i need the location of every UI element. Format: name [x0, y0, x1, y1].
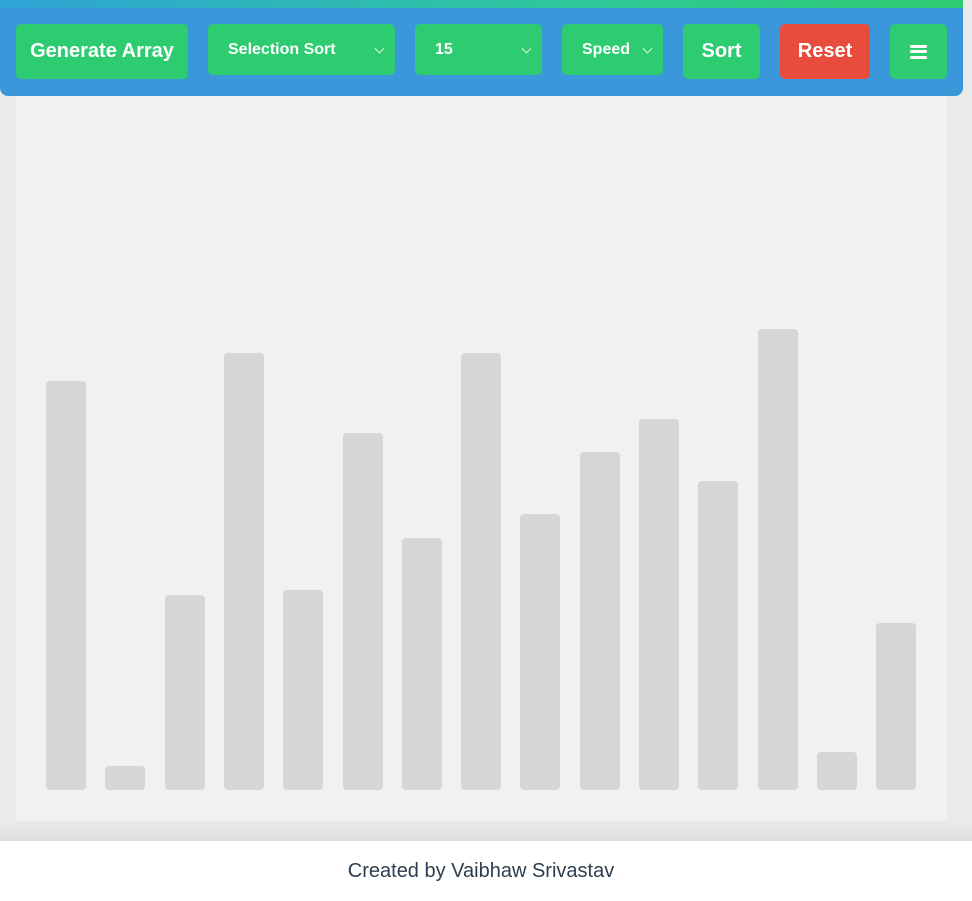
footer: Created by Vaibhaw Srivastav: [0, 841, 972, 901]
speed-select[interactable]: Speed: [562, 24, 663, 75]
hamburger-menu-icon: [910, 44, 927, 59]
array-bar: [105, 766, 146, 790]
visualization-area: [16, 96, 947, 821]
array-bar: [46, 381, 86, 790]
generate-array-button[interactable]: Generate Array: [16, 24, 188, 79]
array-bar: [639, 419, 679, 790]
array-bar: [876, 623, 917, 790]
chevron-down-icon: [521, 43, 532, 54]
array-bar: [283, 590, 324, 790]
array-bar: [698, 481, 739, 790]
array-size-select[interactable]: 15: [415, 24, 542, 75]
array-bar: [757, 329, 798, 790]
array-bar: [164, 595, 205, 790]
sort-button[interactable]: Sort: [683, 24, 760, 79]
array-bar: [461, 353, 502, 790]
reset-button[interactable]: Reset: [780, 24, 870, 79]
top-accent-strip: [0, 0, 963, 8]
algorithm-select-value: Selection Sort: [228, 40, 336, 58]
bar-chart: [16, 96, 947, 821]
chevron-down-icon: [374, 43, 385, 54]
array-bar: [579, 452, 620, 790]
array-bar: [223, 353, 264, 790]
array-bar: [401, 538, 442, 790]
array-size-select-value: 15: [435, 40, 453, 58]
footer-credit: Created by Vaibhaw Srivastav: [347, 859, 615, 882]
algorithm-select[interactable]: Selection Sort: [208, 24, 395, 75]
menu-button[interactable]: [890, 24, 947, 79]
array-bar: [816, 752, 857, 790]
array-bar: [520, 514, 561, 790]
stage-shadow: [0, 821, 972, 841]
speed-select-value: Speed: [582, 40, 631, 58]
chevron-down-icon: [642, 43, 653, 54]
toolbar: Generate Array Selection Sort 15 Speed S…: [0, 8, 963, 96]
array-bar: [342, 433, 383, 790]
